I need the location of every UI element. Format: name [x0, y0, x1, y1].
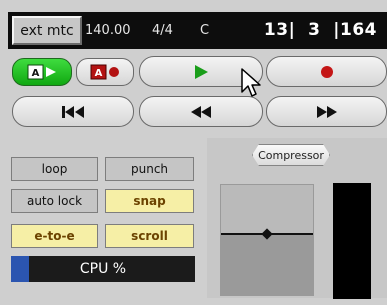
loop-button[interactable]: loop	[11, 157, 98, 181]
play-icon	[195, 64, 208, 79]
sync-source-button[interactable]: ext mtc	[12, 16, 82, 45]
plugin-fader[interactable]	[220, 184, 314, 296]
cpu-meter: CPU %	[11, 256, 195, 282]
rewind-button[interactable]	[139, 96, 263, 127]
svg-text:A: A	[32, 68, 40, 79]
rewind-icon	[191, 105, 211, 118]
cpu-meter-label: CPU %	[79, 261, 127, 277]
record-button[interactable]	[266, 56, 387, 87]
auto-lock-button[interactable]: auto lock	[11, 189, 98, 213]
fast-forward-button[interactable]	[266, 96, 387, 127]
punch-button[interactable]: punch	[105, 157, 194, 181]
auto-play-button[interactable]: A	[12, 58, 72, 86]
tempo-display[interactable]: 140.00	[85, 12, 131, 49]
transport-status-bar: ext mtc 140.00 4/4 C 13| 3 |164	[8, 12, 387, 49]
auto-return-icon: A	[90, 64, 119, 80]
plugin-name-button[interactable]: Compressor	[252, 144, 330, 166]
key-display[interactable]: C	[200, 12, 209, 49]
level-meter	[333, 183, 371, 299]
record-icon	[320, 65, 333, 78]
fader-lower-fill	[221, 234, 313, 295]
auto-play-icon: A	[27, 64, 56, 80]
meter-display[interactable]: 4/4	[152, 12, 173, 49]
scroll-button[interactable]: scroll	[105, 224, 194, 248]
svg-text:A: A	[95, 68, 103, 79]
auto-return-button[interactable]: A	[76, 58, 134, 86]
snap-button[interactable]: snap	[105, 189, 194, 213]
position-clock[interactable]: 13| 3 |164	[264, 12, 377, 49]
goto-start-button[interactable]	[12, 96, 134, 127]
mouse-pointer-icon	[241, 68, 261, 97]
fast-forward-icon	[316, 105, 337, 118]
e-to-e-button[interactable]: e-to-e	[11, 224, 98, 248]
goto-start-icon	[62, 105, 84, 118]
